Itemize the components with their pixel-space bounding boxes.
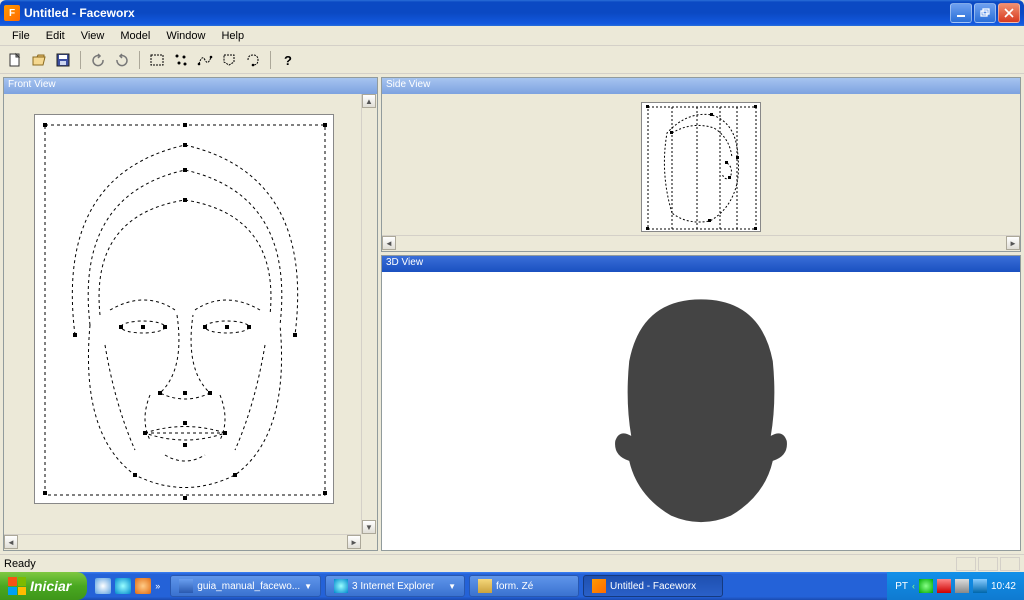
scrollbar-horizontal[interactable]: ◄ ► bbox=[382, 235, 1020, 251]
system-tray: PT ‹ 10:42 bbox=[887, 572, 1024, 600]
status-pane bbox=[1000, 557, 1020, 571]
status-text: Ready bbox=[4, 558, 36, 570]
task-item[interactable]: form. Zé bbox=[469, 575, 579, 597]
app-icon: F bbox=[4, 5, 20, 21]
volume-icon[interactable] bbox=[955, 579, 969, 593]
folder-icon bbox=[478, 579, 492, 593]
help-icon[interactable]: ? bbox=[277, 49, 299, 71]
taskbar: Iniciar » guia_manual_facewo... ▼ 3 Inte… bbox=[0, 572, 1024, 600]
statusbar: Ready bbox=[0, 554, 1024, 572]
menu-file[interactable]: File bbox=[4, 28, 38, 44]
show-desktop-icon[interactable] bbox=[95, 578, 111, 594]
task-item[interactable]: Untitled - Faceworx bbox=[583, 575, 723, 597]
chevron-down-icon: ▼ bbox=[304, 582, 312, 591]
tray-chevron-icon[interactable]: ‹ bbox=[912, 581, 915, 591]
undo-icon[interactable] bbox=[87, 49, 109, 71]
side-view-body[interactable]: ◄ ► bbox=[382, 94, 1020, 251]
menu-edit[interactable]: Edit bbox=[38, 28, 73, 44]
task-label: guia_manual_facewo... bbox=[197, 581, 300, 592]
ie-icon[interactable] bbox=[115, 578, 131, 594]
threed-view-panel: 3D View bbox=[381, 255, 1021, 551]
scroll-up-icon[interactable]: ▲ bbox=[362, 94, 376, 108]
quick-launch: » bbox=[87, 578, 168, 594]
menu-window[interactable]: Window bbox=[158, 28, 213, 44]
task-label: Untitled - Faceworx bbox=[610, 581, 696, 592]
threed-view-title: 3D View bbox=[382, 256, 1020, 272]
status-pane bbox=[978, 557, 998, 571]
minimize-button[interactable] bbox=[950, 3, 972, 23]
close-button[interactable] bbox=[998, 3, 1020, 23]
tool-lasso2-icon[interactable] bbox=[242, 49, 264, 71]
tool-rect-icon[interactable] bbox=[146, 49, 168, 71]
window-controls bbox=[950, 3, 1020, 23]
firefox-icon[interactable] bbox=[135, 578, 151, 594]
scroll-corner bbox=[361, 534, 377, 550]
clock[interactable]: 10:42 bbox=[991, 581, 1016, 592]
tool-curve-icon[interactable] bbox=[194, 49, 216, 71]
front-view-panel: Front View bbox=[3, 77, 378, 551]
menu-help[interactable]: Help bbox=[213, 28, 252, 44]
front-view-canvas[interactable] bbox=[34, 114, 334, 504]
toolbar-separator bbox=[270, 51, 271, 69]
faceworx-icon bbox=[592, 579, 606, 593]
task-label: form. Zé bbox=[496, 581, 533, 592]
titlebar: F Untitled - Faceworx bbox=[0, 0, 1024, 26]
scroll-left-icon[interactable]: ◄ bbox=[4, 535, 18, 549]
safely-remove-icon[interactable] bbox=[973, 579, 987, 593]
chevron-down-icon: ▼ bbox=[448, 582, 456, 591]
antivirus-icon[interactable] bbox=[937, 579, 951, 593]
new-file-icon[interactable] bbox=[4, 49, 26, 71]
menubar: File Edit View Model Window Help bbox=[0, 26, 1024, 46]
side-view-title: Side View bbox=[382, 78, 1020, 94]
scrollbar-vertical[interactable]: ▲ ▼ bbox=[361, 94, 377, 534]
front-view-body[interactable]: ▲ ▼ ◄ ► bbox=[4, 94, 377, 550]
tool-lasso-icon[interactable] bbox=[218, 49, 240, 71]
side-view-canvas[interactable] bbox=[641, 102, 761, 232]
quick-launch-expand-icon[interactable]: » bbox=[155, 581, 160, 591]
restore-button[interactable] bbox=[974, 3, 996, 23]
toolbar-separator bbox=[139, 51, 140, 69]
workspace: Front View bbox=[0, 74, 1024, 554]
side-view-panel: Side View bbox=[381, 77, 1021, 252]
redo-icon[interactable] bbox=[111, 49, 133, 71]
scroll-down-icon[interactable]: ▼ bbox=[362, 520, 376, 534]
task-item[interactable]: 3 Internet Explorer ▼ bbox=[325, 575, 465, 597]
task-item[interactable]: guia_manual_facewo... ▼ bbox=[170, 575, 321, 597]
svg-text:?: ? bbox=[284, 53, 292, 68]
threed-head-render bbox=[382, 272, 1020, 550]
save-file-icon[interactable] bbox=[52, 49, 74, 71]
start-label: Iniciar bbox=[30, 578, 71, 594]
status-pane bbox=[956, 557, 976, 571]
network-icon[interactable] bbox=[919, 579, 933, 593]
scroll-left-icon[interactable]: ◄ bbox=[382, 236, 396, 250]
menu-model[interactable]: Model bbox=[112, 28, 158, 44]
toolbar-separator bbox=[80, 51, 81, 69]
word-icon bbox=[179, 579, 193, 593]
scroll-right-icon[interactable]: ► bbox=[347, 535, 361, 549]
threed-view-body[interactable] bbox=[382, 272, 1020, 550]
tool-points-icon[interactable] bbox=[170, 49, 192, 71]
windows-logo-icon bbox=[8, 577, 26, 595]
toolbar: ? bbox=[0, 46, 1024, 74]
menu-view[interactable]: View bbox=[73, 28, 113, 44]
front-view-title: Front View bbox=[4, 78, 377, 94]
window-title: Untitled - Faceworx bbox=[24, 6, 950, 20]
start-button[interactable]: Iniciar bbox=[0, 572, 87, 600]
scroll-right-icon[interactable]: ► bbox=[1006, 236, 1020, 250]
scrollbar-horizontal[interactable]: ◄ ► bbox=[4, 534, 361, 550]
task-label: 3 Internet Explorer bbox=[352, 581, 434, 592]
language-indicator[interactable]: PT bbox=[895, 581, 908, 592]
open-file-icon[interactable] bbox=[28, 49, 50, 71]
ie-icon bbox=[334, 579, 348, 593]
